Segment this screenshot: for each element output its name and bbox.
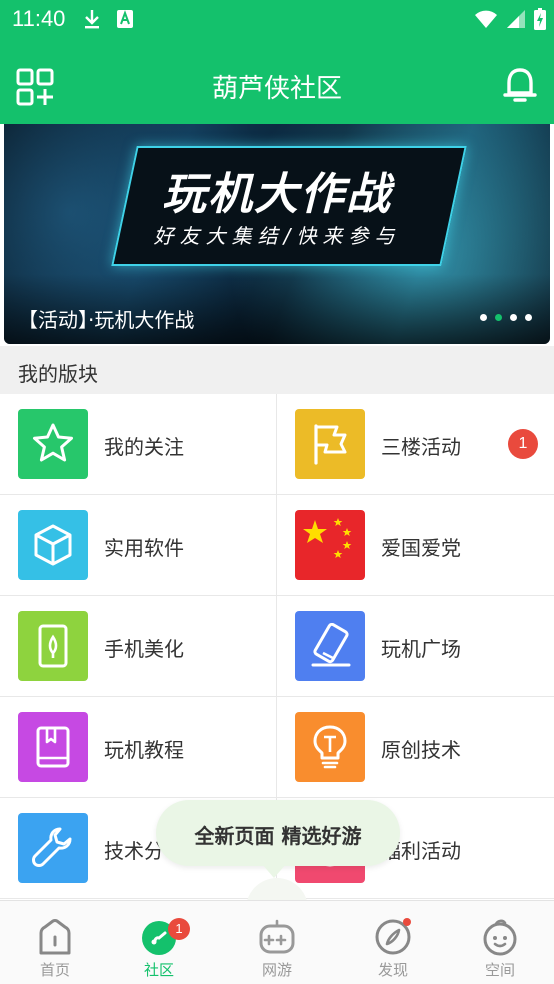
carousel-dot[interactable] — [525, 314, 532, 321]
board-label: 原创技术 — [381, 738, 461, 762]
cube-icon — [34, 524, 72, 566]
board-tile — [295, 611, 365, 681]
nav-community-badge: 1 — [168, 918, 190, 940]
board-tile — [295, 712, 365, 782]
board-phone-theme[interactable]: 手机美化 — [0, 596, 277, 697]
bulb-icon — [313, 725, 347, 769]
status-bar: 11:40 — [0, 0, 554, 38]
board-label: 玩机教程 — [104, 738, 184, 762]
banner-caption: 【活动】·玩机大作战 — [18, 308, 195, 332]
nav-space[interactable]: 空间 — [445, 901, 554, 984]
signal-icon — [507, 10, 525, 28]
carousel-dot-active[interactable] — [495, 314, 502, 321]
download-icon — [85, 10, 99, 29]
wrench-icon — [32, 827, 72, 867]
board-tile — [18, 510, 88, 580]
board-label: 三楼活动 — [381, 435, 461, 459]
tooltip-text: 全新页面 精选好游 — [194, 824, 362, 848]
board-label: 实用软件 — [104, 536, 184, 560]
book-icon — [36, 726, 70, 768]
status-right-icons — [474, 7, 546, 31]
wifi-icon — [475, 10, 497, 28]
carousel-dot[interactable] — [510, 314, 517, 321]
board-label: 我的关注 — [104, 435, 184, 459]
board-label: 爱国爱党 — [381, 536, 461, 560]
battery-charging-icon — [534, 8, 546, 30]
banner-headline: 玩机大作战 — [162, 169, 392, 220]
phone-theme-icon — [38, 624, 68, 668]
page-title: 葫芦侠社区 — [211, 74, 342, 104]
font-a-icon — [117, 10, 133, 28]
nav-online-games[interactable]: 网游 — [222, 901, 332, 984]
bottom-nav: 首页 社区 网游 发现 空间 — [0, 900, 554, 984]
board-badge: 1 — [508, 429, 538, 459]
new-page-tooltip[interactable]: 全新页面 精选好游 — [156, 800, 400, 866]
tooltip-tail — [262, 864, 286, 878]
bell-icon[interactable] — [500, 66, 540, 106]
banner-carousel[interactable]: 玩机大作战 好友大集结/快来参与 【活动】·玩机大作战 — [4, 124, 550, 344]
gamepad-icon — [259, 919, 295, 954]
china-flag-icon — [303, 518, 352, 558]
board-tile — [18, 611, 88, 681]
board-tile — [18, 712, 88, 782]
carousel-dot[interactable] — [480, 314, 487, 321]
board-third-floor[interactable]: 三楼活动 1 — [277, 394, 554, 495]
board-patriotic[interactable]: 爱国爱党 — [277, 495, 554, 596]
section-header: 我的版块 — [0, 346, 554, 394]
home-icon — [39, 919, 71, 955]
nav-label: 社区 — [143, 961, 174, 979]
nav-label: 空间 — [484, 961, 515, 979]
board-play-square[interactable]: 玩机广场 — [277, 596, 554, 697]
board-original-tech[interactable]: 原创技术 — [277, 697, 554, 798]
flag-icon — [314, 424, 347, 465]
board-utility-software[interactable]: 实用软件 — [0, 495, 277, 596]
board-label: 手机美化 — [104, 637, 184, 661]
section-title: 我的版块 — [18, 362, 98, 386]
nav-community[interactable]: 社区 — [104, 901, 214, 984]
nav-home[interactable]: 首页 — [0, 901, 110, 984]
board-label: 玩机广场 — [381, 637, 461, 661]
nav-label: 首页 — [39, 961, 70, 979]
nav-discover-dot — [403, 918, 411, 926]
banner-subline: 好友大集结/快来参与 — [153, 224, 401, 248]
board-tile — [295, 510, 365, 580]
board-label: 技术分 — [104, 839, 164, 863]
app-header: 葫芦侠社区 — [0, 38, 554, 124]
board-tile — [295, 409, 365, 479]
board-tutorial[interactable]: 玩机教程 — [0, 697, 277, 798]
board-tile — [18, 813, 88, 883]
phone-tilt-icon — [311, 623, 351, 667]
status-time: 11:40 — [12, 6, 66, 31]
nav-label: 网游 — [261, 961, 292, 979]
nav-discover[interactable]: 发现 — [338, 901, 448, 984]
star-icon — [33, 423, 73, 462]
face-icon — [483, 919, 517, 956]
carousel-indicator — [480, 314, 532, 321]
board-tile — [18, 409, 88, 479]
nav-label: 发现 — [377, 961, 408, 979]
board-my-follow[interactable]: 我的关注 — [0, 394, 277, 495]
